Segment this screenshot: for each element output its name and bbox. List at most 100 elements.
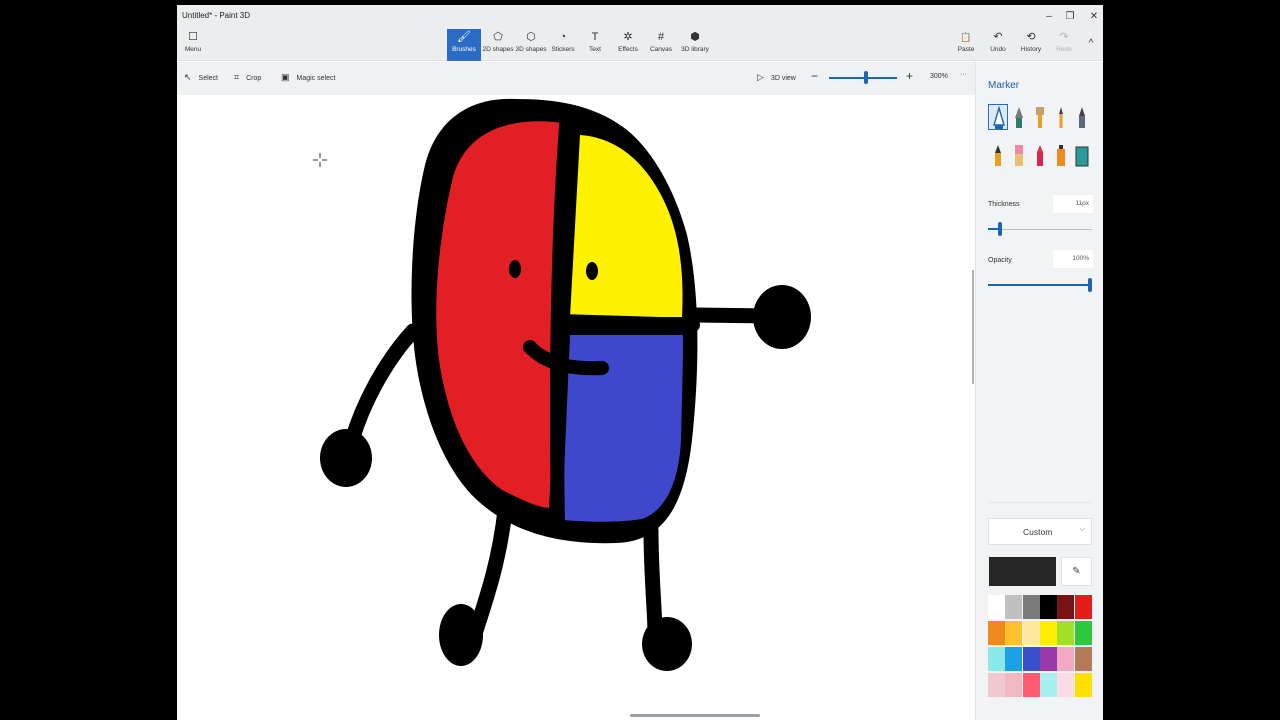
eyedropper-button[interactable]: ✎ (1061, 557, 1092, 586)
tab-stickers[interactable]: ◔ Stickers (549, 29, 577, 61)
palette-swatch[interactable] (1022, 595, 1040, 619)
crosshair-cursor-icon (313, 153, 327, 167)
watercolor-icon (1059, 107, 1063, 128)
opacity-slider[interactable] (988, 284, 1091, 286)
spray-can-icon (1057, 145, 1065, 166)
palette-swatch[interactable] (1057, 673, 1075, 697)
paste-icon: 📋 (960, 32, 972, 42)
minimize-button[interactable]: – (1040, 9, 1058, 25)
zoom-slider-thumb[interactable] (864, 71, 868, 84)
palette-swatch[interactable] (1022, 647, 1040, 671)
maximize-button[interactable]: ❐ (1061, 9, 1079, 25)
tab-text[interactable]: T Text (582, 29, 608, 61)
eraser-icon (1015, 145, 1023, 166)
marker-icon (993, 105, 1005, 129)
pencil-brush[interactable] (988, 142, 1008, 168)
calligraphy-pen-brush[interactable] (1009, 104, 1029, 130)
zoom-slider[interactable] (829, 77, 897, 79)
zoom-out-button[interactable]: − (811, 69, 818, 83)
text-icon: T (591, 31, 599, 43)
fill-brush[interactable] (1072, 142, 1092, 168)
left-eye (509, 260, 521, 278)
palette-swatch[interactable] (1074, 621, 1092, 645)
crayon-brush[interactable] (1030, 142, 1050, 168)
horizontal-scrollbar[interactable] (630, 714, 760, 717)
3d-view-icon: ▷ (757, 72, 764, 82)
tab-brushes[interactable]: 🖌 Brushes (447, 29, 481, 61)
spray-can-brush[interactable] (1051, 142, 1071, 168)
pixel-pen-brush[interactable] (1072, 104, 1092, 130)
left-arm (344, 323, 421, 448)
palette-swatch[interactable] (988, 647, 1005, 671)
brush-icon: 🖌 (457, 31, 471, 43)
eyedropper-icon: ✎ (1072, 566, 1081, 577)
color-mode-dropdown[interactable]: Custom ⌵ (988, 518, 1092, 545)
magic-select-tool[interactable]: ▣ Magic select (281, 72, 335, 83)
palette-swatch[interactable] (1039, 595, 1057, 619)
more-options-button[interactable]: ··· (960, 71, 967, 78)
palette-swatch[interactable] (1057, 647, 1075, 671)
palette-swatch[interactable] (1022, 621, 1040, 645)
redo-icon: ↷ (1059, 31, 1069, 43)
3d-view-toggle[interactable]: ▷ 3D view (757, 72, 796, 83)
canvas-drawing (313, 98, 811, 671)
thickness-slider[interactable] (988, 229, 1092, 230)
undo-button[interactable]: ↶ Undo (987, 29, 1009, 61)
collapse-ribbon-button[interactable]: ^ (1084, 38, 1098, 52)
oil-brush[interactable] (1030, 104, 1050, 130)
palette-swatch[interactable] (1039, 673, 1057, 697)
3d-library-icon: ⬢ (690, 31, 700, 43)
paste-button[interactable]: 📋 Paste (955, 29, 977, 61)
opacity-input[interactable]: 100% (1053, 250, 1093, 268)
palette-swatch[interactable] (1057, 595, 1075, 619)
tab-3d-library[interactable]: ⬢ 3D library (679, 29, 711, 61)
palette-swatch[interactable] (1074, 595, 1092, 619)
pencil-icon (995, 145, 1001, 166)
horizontal-divider (553, 314, 700, 332)
3d-shapes-icon: ⬡ (526, 31, 536, 43)
redo-button[interactable]: ↷ Redo (1053, 29, 1075, 61)
palette-swatch[interactable] (988, 673, 1005, 697)
stickers-icon: ◔ (559, 31, 567, 43)
calligraphy-pen-icon (1015, 107, 1023, 128)
magic-select-icon: ▣ (281, 72, 290, 82)
thickness-slider-thumb[interactable] (998, 222, 1002, 236)
eraser-brush[interactable] (1009, 142, 1029, 168)
drawing-canvas[interactable] (177, 95, 975, 720)
palette-swatch[interactable] (1057, 621, 1075, 645)
palette-swatch[interactable] (1039, 621, 1057, 645)
tab-2d-shapes[interactable]: ⬠ 2D shapes (482, 29, 514, 61)
palette-swatch[interactable] (1074, 647, 1092, 671)
current-color-swatch[interactable] (989, 557, 1056, 586)
zoom-level[interactable]: 300% (930, 73, 948, 80)
crop-tool[interactable]: ⌗ Crop (234, 72, 261, 83)
marker-brush[interactable] (988, 104, 1008, 130)
palette-swatch[interactable] (988, 621, 1005, 645)
undo-icon: ↶ (993, 31, 1003, 43)
thickness-input[interactable]: 11px (1053, 195, 1093, 213)
palette-swatch[interactable] (1005, 621, 1023, 645)
fill-bucket-icon (1075, 146, 1089, 167)
menu-button[interactable]: ☐ Menu (180, 29, 206, 61)
vertical-scrollbar[interactable] (972, 270, 974, 384)
watercolor-brush[interactable] (1051, 104, 1071, 130)
history-button[interactable]: ⟲ History (1019, 29, 1043, 61)
select-tool[interactable]: ↖ Select (184, 72, 218, 83)
palette-swatch[interactable] (1022, 673, 1040, 697)
2d-shapes-icon: ⬠ (493, 31, 503, 43)
pixel-pen-icon (1079, 107, 1085, 128)
body-yellow-section (570, 135, 683, 317)
tab-canvas[interactable]: # Canvas (647, 29, 675, 61)
tab-3d-shapes[interactable]: ⬡ 3D shapes (515, 29, 547, 61)
close-button[interactable]: ✕ (1085, 9, 1103, 25)
palette-swatch[interactable] (988, 595, 1005, 619)
palette-swatch[interactable] (1074, 673, 1092, 697)
tab-effects[interactable]: ✲ Effects (614, 29, 642, 61)
crop-icon: ⌗ (234, 72, 240, 82)
opacity-slider-thumb[interactable] (1088, 278, 1092, 292)
palette-swatch[interactable] (1039, 647, 1057, 671)
palette-swatch[interactable] (1005, 595, 1023, 619)
zoom-in-button[interactable]: + (906, 69, 913, 83)
palette-swatch[interactable] (1005, 673, 1023, 697)
palette-swatch[interactable] (1005, 647, 1023, 671)
